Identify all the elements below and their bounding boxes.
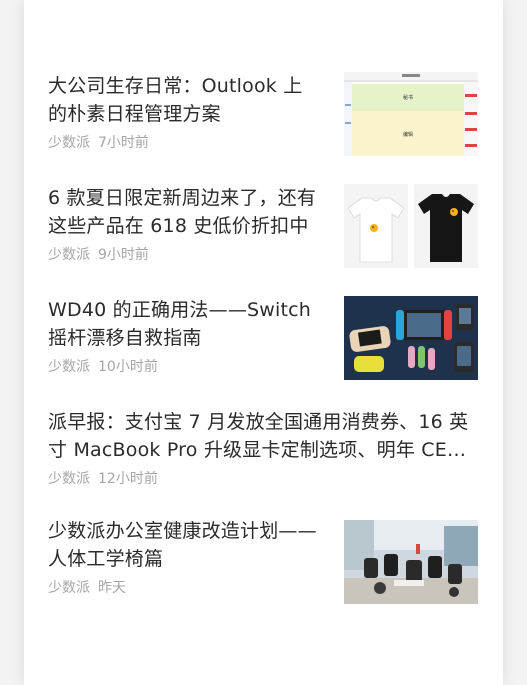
article-source: 少数派 — [48, 247, 90, 263]
article-time: 7小时前 — [98, 135, 149, 151]
article-source: 少数派 — [48, 471, 90, 487]
article-item[interactable]: 大公司生存日常：Outlook 上的朴素日程管理方案 少数派 7小时前 秘书 编辑 — [48, 72, 479, 156]
article-time: 10小时前 — [98, 359, 158, 375]
article-item[interactable]: WD40 的正确用法——Switch 摇杆漂移自救指南 少数派 10小时前 — [48, 296, 479, 380]
article-thumbnail[interactable]: 秘书 编辑 — [344, 72, 478, 156]
article-title[interactable]: 6 款夏日限定新周边来了，还有这些产品在 618 史低价折扣中 — [48, 184, 320, 240]
thumb-label-top: 秘书 — [403, 94, 413, 101]
article-item[interactable]: 派早报：支付宝 7 月发放全国通用消费券、16 英寸 MacBook Pro 升… — [48, 408, 479, 488]
article-time: 12小时前 — [98, 471, 158, 487]
article-time: 9小时前 — [98, 247, 149, 263]
article-time: 昨天 — [98, 580, 126, 596]
article-source: 少数派 — [48, 359, 90, 375]
article-thumbnail[interactable] — [344, 520, 478, 604]
article-item[interactable]: 少数派办公室健康改造计划——人体工学椅篇 少数派 昨天 — [48, 517, 479, 604]
article-title[interactable]: 大公司生存日常：Outlook 上的朴素日程管理方案 — [48, 72, 320, 128]
article-thumbnail[interactable] — [344, 184, 478, 268]
article-feed: 大公司生存日常：Outlook 上的朴素日程管理方案 少数派 7小时前 秘书 编辑 — [24, 0, 503, 685]
thumb-label-bottom: 编辑 — [403, 131, 413, 138]
article-source: 少数派 — [48, 580, 90, 596]
article-title[interactable]: 少数派办公室健康改造计划——人体工学椅篇 — [48, 517, 320, 573]
article-meta: 少数派 12小时前 — [48, 470, 479, 488]
article-title[interactable]: 派早报：支付宝 7 月发放全国通用消费券、16 英寸 MacBook Pro 升… — [48, 408, 474, 464]
article-thumbnail[interactable] — [344, 296, 478, 380]
article-item[interactable]: 6 款夏日限定新周边来了，还有这些产品在 618 史低价折扣中 少数派 9小时前 — [48, 184, 479, 268]
article-title[interactable]: WD40 的正确用法——Switch 摇杆漂移自救指南 — [48, 296, 320, 352]
article-source: 少数派 — [48, 135, 90, 151]
